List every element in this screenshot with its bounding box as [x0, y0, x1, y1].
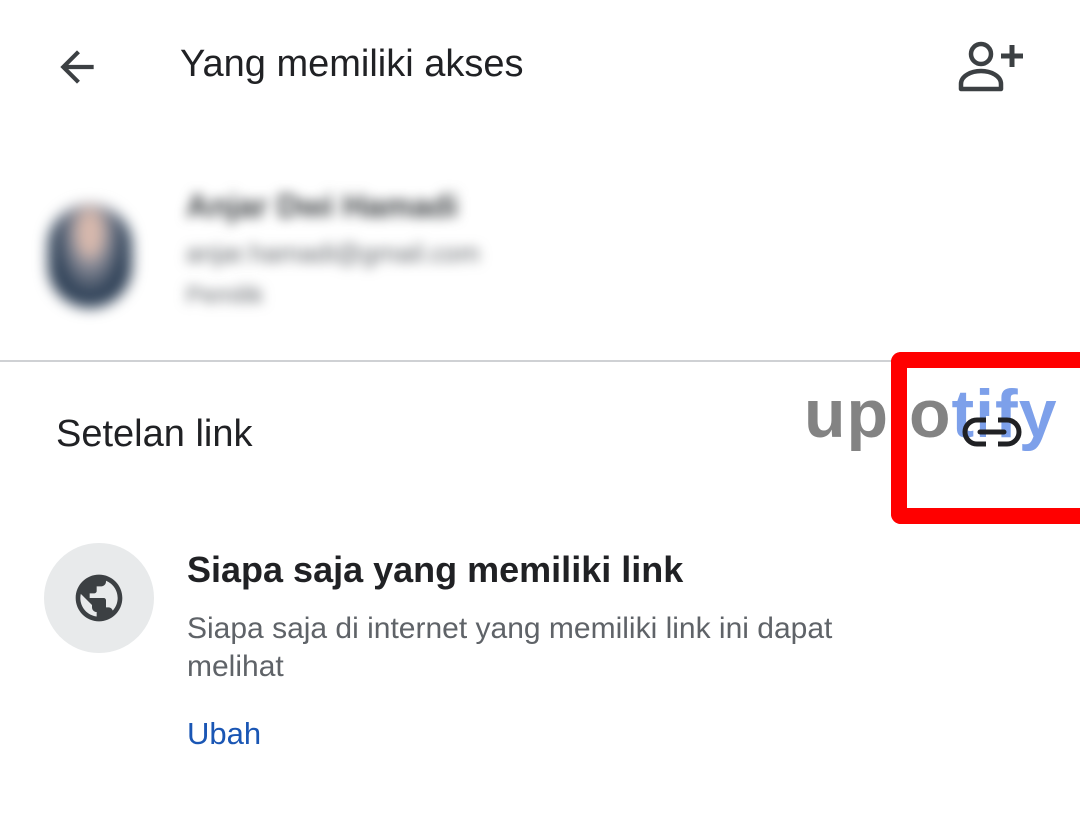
- page-title: Yang memiliki akses: [180, 43, 524, 85]
- access-title: Siapa saja yang memiliki link: [187, 549, 684, 590]
- change-access-link[interactable]: Ubah: [187, 714, 261, 754]
- share-access-screen: Yang memiliki akses Anjar Dwi Hamadi anj…: [0, 0, 1080, 826]
- link-icon: [962, 416, 1022, 448]
- globe-icon: [75, 574, 123, 622]
- globe-icon-container: [44, 543, 154, 653]
- user-role: Pemilik: [186, 282, 264, 309]
- user-list-item[interactable]: Anjar Dwi Hamadi anjar.hamadi@gmail.com …: [0, 160, 1080, 340]
- access-description: Siapa saja di internet yang memiliki lin…: [187, 612, 833, 683]
- link-settings-title: Setelan link: [56, 413, 253, 455]
- copy-link-button[interactable]: [950, 400, 1034, 464]
- user-email: anjar.hamadi@gmail.com: [186, 238, 480, 268]
- add-person-button[interactable]: [950, 32, 1032, 102]
- arrow-back-icon: [60, 50, 94, 84]
- avatar: [48, 204, 132, 308]
- section-divider: [0, 360, 1080, 362]
- back-button[interactable]: [46, 36, 108, 98]
- user-name: Anjar Dwi Hamadi: [186, 188, 459, 224]
- person-add-icon: [958, 41, 1023, 92]
